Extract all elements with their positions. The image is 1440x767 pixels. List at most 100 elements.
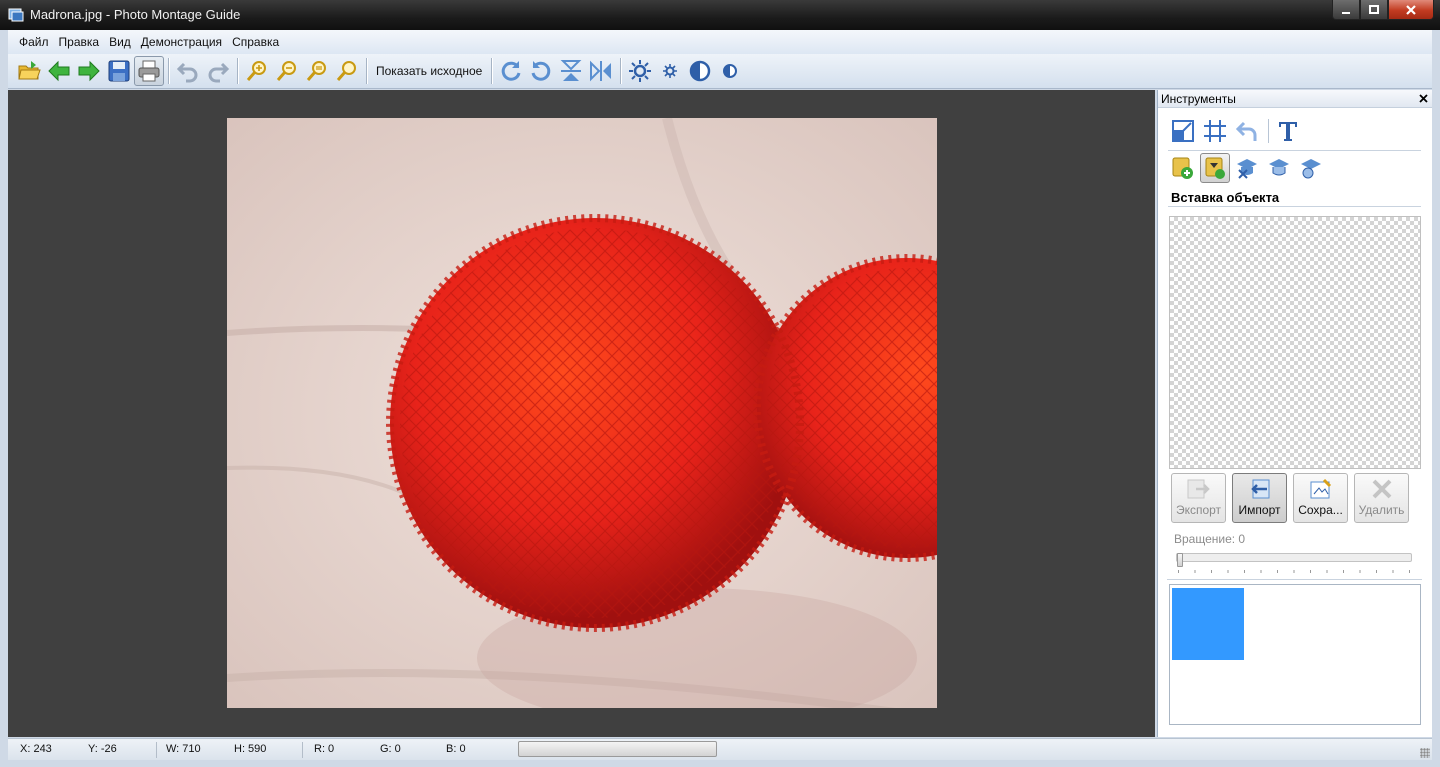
add-object-button[interactable] <box>1168 153 1198 183</box>
panel-header: Инструменты <box>1158 90 1432 108</box>
status-separator <box>302 742 303 758</box>
rotate-ccw-icon <box>531 61 551 81</box>
insert-object-button[interactable] <box>1200 153 1230 183</box>
app-icon <box>8 8 24 22</box>
save-icon <box>108 60 130 82</box>
toolbar-separator <box>620 58 622 84</box>
back-button[interactable] <box>44 56 74 86</box>
toolbar-separator <box>237 58 238 84</box>
zoom-actual-icon <box>336 61 356 81</box>
photo[interactable] <box>227 118 937 708</box>
effect-object-button[interactable] <box>1296 153 1326 183</box>
mortarboard-x-icon <box>1237 159 1257 179</box>
mortarboard-gear-icon <box>1301 159 1321 179</box>
mortarboard-icon <box>1269 159 1289 176</box>
status-separator <box>156 742 157 758</box>
rotate-cw-button[interactable] <box>496 56 526 86</box>
close-window-button[interactable] <box>1388 0 1434 20</box>
import-label: Импорт <box>1238 503 1281 517</box>
rotation-slider-track[interactable] <box>1176 553 1412 562</box>
text-tool-button[interactable] <box>1273 116 1303 146</box>
window-title: Madrona.jpg - Photo Montage Guide <box>30 7 241 22</box>
undo-tool-button[interactable] <box>1232 116 1262 146</box>
flip-vertical-icon <box>560 60 582 81</box>
status-green: G: 0 <box>380 743 401 755</box>
forward-button[interactable] <box>74 56 104 86</box>
app-window: Madrona.jpg - Photo Montage Guide Файл П… <box>0 0 1440 767</box>
flip-horizontal-icon <box>590 60 612 82</box>
rotation-slider-thumb[interactable] <box>1177 553 1183 567</box>
flip-horizontal-button[interactable] <box>586 56 616 86</box>
status-y: Y: -26 <box>88 743 117 755</box>
menu-demo[interactable]: Демонстрация <box>136 35 227 49</box>
panel-separator <box>1167 579 1422 580</box>
toolbar-separator <box>366 58 367 84</box>
maximize-button[interactable] <box>1360 0 1388 20</box>
menu-help[interactable]: Справка <box>227 35 284 49</box>
minimize-button[interactable] <box>1332 0 1360 20</box>
zoom-in-button[interactable] <box>242 56 272 86</box>
panel-separator <box>1168 206 1421 207</box>
status-red: R: 0 <box>314 743 335 755</box>
crop-icon <box>1204 120 1226 142</box>
back-arrow-icon <box>48 60 70 82</box>
delete-icon <box>1372 479 1391 499</box>
redo-button[interactable] <box>203 56 233 86</box>
frame-object-button[interactable] <box>1232 153 1262 183</box>
image-canvas[interactable] <box>8 90 1155 737</box>
import-button[interactable]: Импорт <box>1232 473 1287 523</box>
open-button[interactable] <box>14 56 44 86</box>
flip-vertical-button[interactable] <box>556 56 586 86</box>
redo-icon <box>208 62 230 83</box>
contrast-down-button[interactable] <box>715 56 745 86</box>
resize-grip[interactable] <box>1420 748 1430 758</box>
show-original-button[interactable]: Показать исходное <box>371 64 487 78</box>
save-object-button[interactable]: Сохра... <box>1293 473 1348 523</box>
zoom-scrollbar[interactable] <box>518 741 717 757</box>
rotation-label: Вращение: 0 <box>1174 532 1246 546</box>
save-button[interactable] <box>104 56 134 86</box>
object-preview[interactable] <box>1169 216 1421 469</box>
menu-file[interactable]: Файл <box>14 35 54 49</box>
maximize-icon <box>1369 4 1379 14</box>
zoom-fit-button[interactable] <box>302 56 332 86</box>
rotate-ccw-button[interactable] <box>526 56 556 86</box>
undo-button[interactable] <box>173 56 203 86</box>
undo-arrow-icon <box>1235 121 1257 141</box>
contrast-up-button[interactable] <box>685 56 715 86</box>
resize-tool-button[interactable] <box>1168 116 1198 146</box>
brightness-down-button[interactable] <box>655 56 685 86</box>
object-thumbnail[interactable] <box>1172 588 1244 660</box>
export-button[interactable]: Экспорт <box>1171 473 1226 523</box>
resize-icon <box>1172 120 1194 142</box>
title-bar[interactable]: Madrona.jpg - Photo Montage Guide <box>0 0 1440 30</box>
toolbar: Показать исходное <box>8 54 1432 89</box>
brightness-up-button[interactable] <box>625 56 655 86</box>
zoom-actual-button[interactable] <box>332 56 362 86</box>
zoom-out-button[interactable] <box>272 56 302 86</box>
menu-view[interactable]: Вид <box>104 35 136 49</box>
panel-separator <box>1168 150 1421 151</box>
insert-object-icon <box>1205 157 1225 179</box>
delete-button[interactable]: Удалить <box>1354 473 1409 523</box>
mask-object-button[interactable] <box>1264 153 1294 183</box>
zoom-in-icon <box>246 61 266 81</box>
toolbar-separator <box>168 58 169 84</box>
status-height: H: 590 <box>234 743 267 755</box>
print-button[interactable] <box>134 56 164 86</box>
menu-edit[interactable]: Правка <box>54 35 105 49</box>
object-actions: Экспорт Импорт Сохра... Удалить <box>1171 473 1409 523</box>
zoom-fit-icon <box>306 61 326 81</box>
brightness-down-icon <box>663 64 678 78</box>
panel-close-button[interactable] <box>1419 90 1428 108</box>
close-icon <box>1406 4 1416 15</box>
tool-icon-row-2 <box>1168 153 1328 183</box>
status-x: X: 243 <box>20 743 52 755</box>
crop-tool-button[interactable] <box>1200 116 1230 146</box>
import-icon <box>1250 479 1269 499</box>
delete-label: Удалить <box>1358 503 1405 517</box>
object-thumbnails <box>1169 584 1421 725</box>
status-bar: X: 243 Y: -26 W: 710 H: 590 R: 0 G: 0 B:… <box>8 738 1432 760</box>
undo-icon <box>176 62 198 83</box>
forward-arrow-icon <box>78 60 100 82</box>
